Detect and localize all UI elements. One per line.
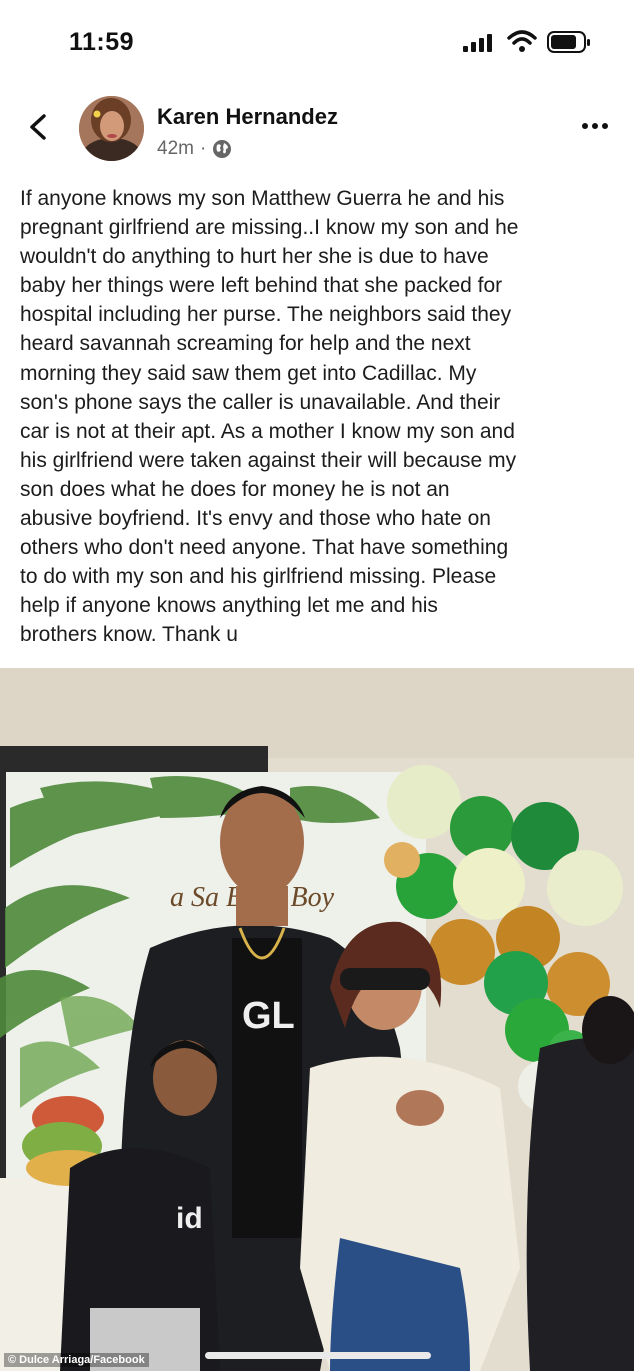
more-options-button[interactable] [580,116,610,136]
post-text-line: help if anyone knows anything let me and… [20,594,438,618]
post-text-line: morning they said saw them get into Cadi… [20,361,477,385]
post-text-line: his girlfriend were taken against their … [20,448,517,472]
shirt-text: GL [242,995,295,1037]
globe-icon [213,140,232,158]
battery-icon [547,31,590,53]
wifi-icon [507,30,537,52]
back-button[interactable] [24,110,54,144]
status-time: 11:59 [69,28,135,56]
author-name[interactable]: Karen Hernandez [157,104,338,130]
meta-separator: · [199,138,207,159]
cellular-signal-icon [463,34,492,52]
post-text-line: pregnant girlfriend are missing..I know … [20,216,519,240]
post-text-line: If anyone knows my son Matthew Guerra he… [20,187,505,210]
avatar[interactable] [79,96,144,161]
post-text-line: son does what he does for money he is no… [20,477,450,501]
post-text-line: hospital including her purse. The neighb… [20,303,512,327]
post-time[interactable]: 42m [157,138,194,160]
home-indicator[interactable] [205,1352,431,1359]
post-text-line: brothers know. Thank u [20,623,238,647]
post-header: Karen Hernandez 42m · [0,92,634,166]
post-text-line: car is not at their apt. As a mother I k… [20,419,515,443]
post-text-line: abusive boyfriend. It's envy and those w… [20,507,491,531]
post-text-line: wouldn't do anything to hurt her she is … [20,245,489,269]
post-text-line: to do with my son and his girlfriend mis… [20,565,497,589]
post-text: If anyone knows my son Matthew Guerra he… [20,184,620,650]
avatar-image [79,96,144,161]
photo-credit: © Dulce Arriaga/Facebook [4,1353,149,1367]
post-text-line: others who don't need anyone. That have … [20,536,509,560]
post-text-line: heard savannah screaming for help and th… [20,332,471,356]
post-text-line: baby her things were left behind that sh… [20,274,503,298]
post-meta: 42m · [157,138,232,160]
post-text-line: son's phone says the caller is unavailab… [20,390,501,414]
kid-shirt-text: id [176,1202,203,1235]
photo-scene: a Sa Baby Boy [0,668,634,1371]
post-photo[interactable]: a Sa Baby Boy [0,668,634,1371]
status-bar: 11:59 [0,0,634,80]
